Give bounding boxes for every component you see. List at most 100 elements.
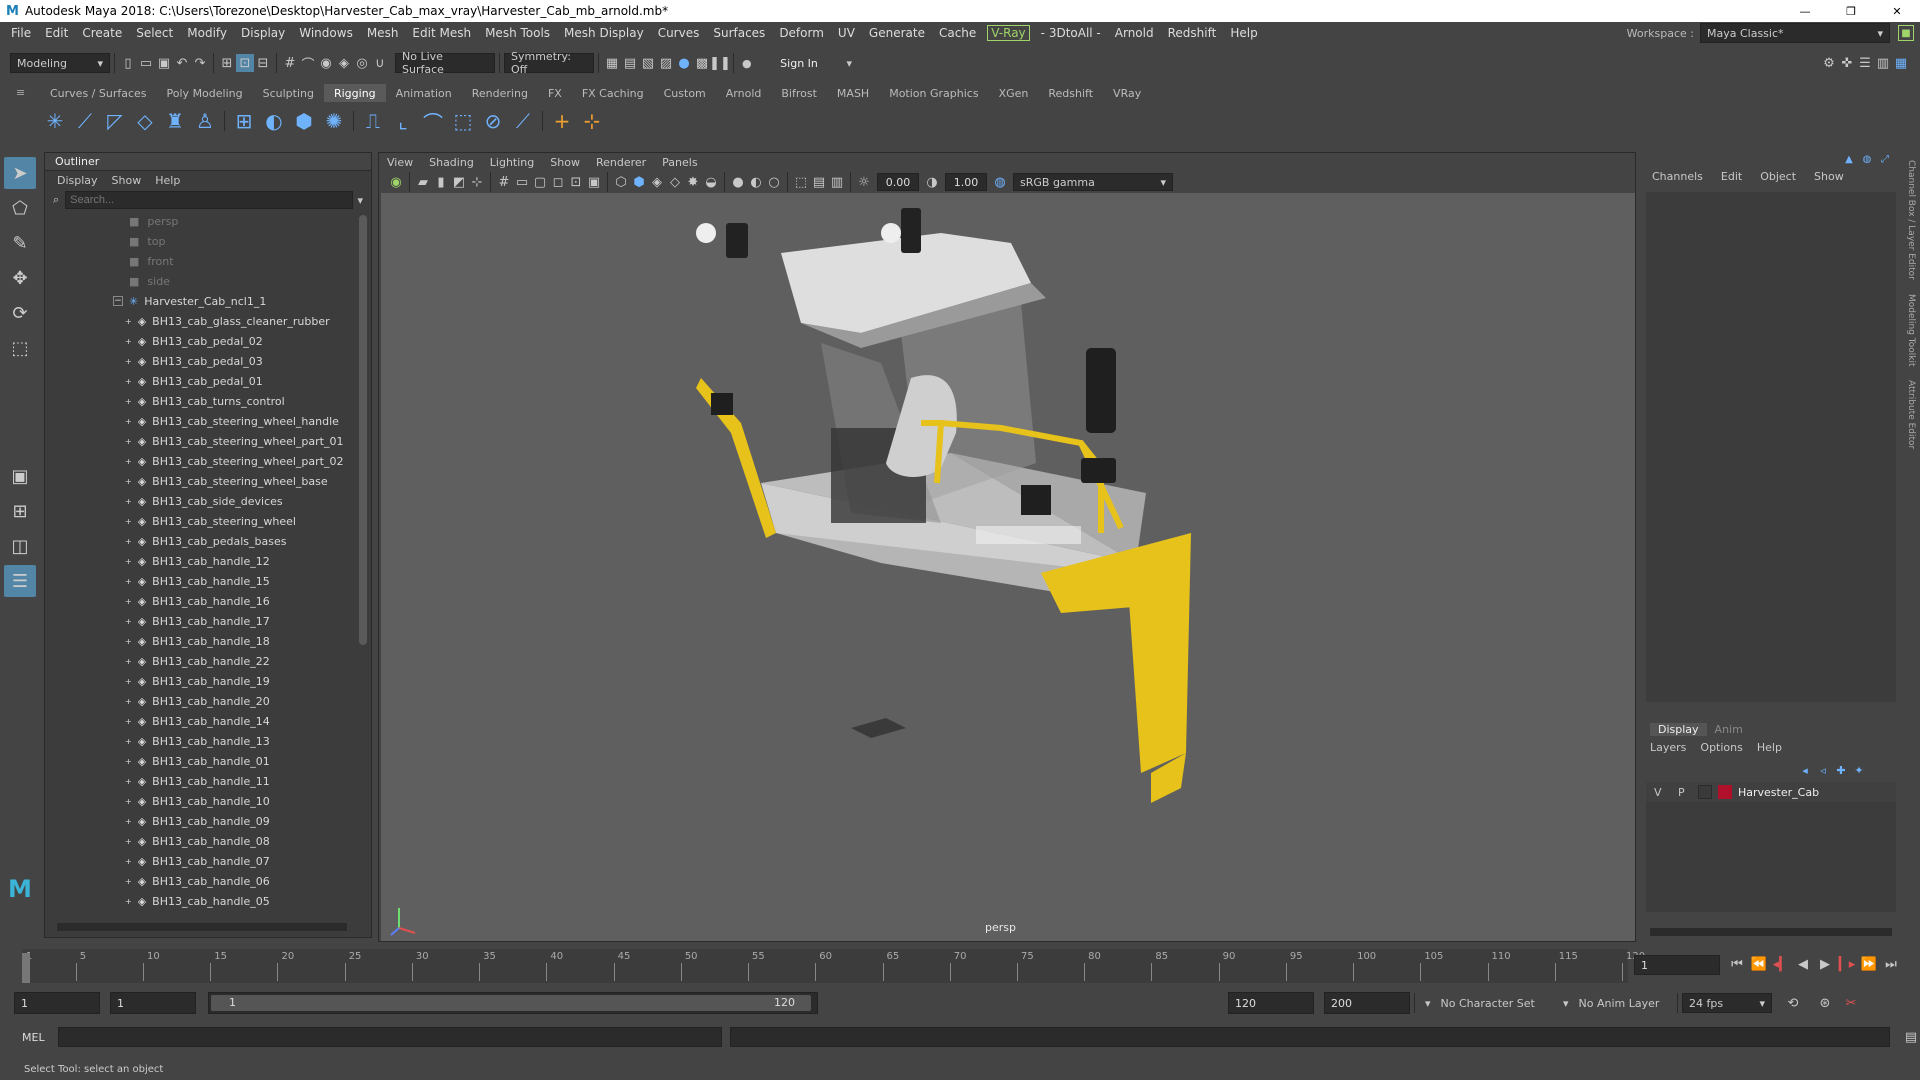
current-frame-field[interactable]: 1 [1634,955,1720,975]
render-sequence-icon[interactable]: ▤ [621,54,639,72]
paint-select-icon[interactable]: ✎ [4,227,36,259]
menu-create[interactable]: Create [75,26,129,40]
expand-icon[interactable]: + [125,617,132,626]
menu-edit-mesh[interactable]: Edit Mesh [405,26,478,40]
insert-joint-icon[interactable]: ⟋ [70,106,100,136]
menu-generate[interactable]: Generate [862,26,932,40]
expand-icon[interactable]: + [125,397,132,406]
snap-curve-icon[interactable]: ⌒ [299,54,317,73]
expand-icon[interactable]: + [125,517,132,526]
viewport-menu-renderer[interactable]: Renderer [596,156,646,169]
lock-icon[interactable]: ■ [1898,25,1914,41]
ambient-occlusion-icon[interactable]: ● [729,173,747,191]
shelf-tab-fx-caching[interactable]: FX Caching [572,84,654,102]
orient-constraint-icon[interactable]: ⬚ [448,106,478,136]
cluster-icon[interactable]: ✺ [319,106,349,136]
sign-in-button[interactable]: ● Sign In ▾ [742,57,852,70]
auto-key-icon[interactable]: ⊛ [1816,994,1834,1012]
shelf-tab-arnold[interactable]: Arnold [716,84,772,102]
current-frame-marker[interactable] [22,953,30,983]
outliner-item[interactable]: + ◈ BH13_cab_handle_09 [85,811,371,831]
menu-select[interactable]: Select [129,26,180,40]
menu-display[interactable]: Display [234,26,292,40]
use-all-lights-icon[interactable]: ✸ [684,173,702,191]
tool-settings-icon[interactable]: ▥ [1874,54,1892,72]
new-layer-icon[interactable]: ✚ [1832,761,1850,779]
exposure-field[interactable]: 0.00 [877,173,919,191]
menu-windows[interactable]: Windows [292,26,360,40]
outliner-item[interactable]: + ◈ BH13_cab_handle_14 [85,711,371,731]
search-input[interactable] [65,191,354,209]
bookmark-icon[interactable]: ▮ [432,173,450,191]
outliner-item[interactable]: + ◈ BH13_cab_handle_12 [85,551,371,571]
expand-icon[interactable]: + [125,637,132,646]
select-component-icon[interactable]: ⊟ [254,54,272,72]
layer-tab-display[interactable]: Display [1650,722,1707,736]
menu-redshift[interactable]: Redshift [1161,26,1224,40]
shelf-tab-curves-surfaces[interactable]: Curves / Surfaces [40,84,157,102]
pause-icon[interactable]: ❚❚ [709,54,731,72]
start-frame-field[interactable]: 1 [14,992,100,1014]
select-tool-icon[interactable]: ➤ [4,157,36,189]
attribute-editor-icon[interactable]: ☰ [1856,54,1874,72]
anti-aliasing-icon[interactable]: ○ [765,173,783,191]
outliner-menu-show[interactable]: Show [112,174,142,187]
hypershade-icon[interactable]: ● [675,54,693,72]
expand-icon[interactable]: + [125,877,132,886]
rotate-tool-icon[interactable]: ⟳ [4,297,36,329]
menu-modify[interactable]: Modify [180,26,234,40]
layer-color-swatch[interactable] [1718,785,1732,799]
viewport-menu-view[interactable]: View [387,156,413,169]
outliner-item[interactable]: + ◈ BH13_cab_side_devices [85,491,371,511]
outliner-item[interactable]: + ◈ BH13_cab_handle_13 [85,731,371,751]
bind-skin-icon[interactable]: ⊞ [229,106,259,136]
move-layer-up-icon[interactable]: ◂ [1796,761,1814,779]
outliner-item[interactable]: + ◈ BH13_cab_glass_cleaner_rubber [85,311,371,331]
two-d-pan-icon[interactable]: ⊹ [468,173,486,191]
workspace-dropdown[interactable]: Maya Classic* ▾ [1700,23,1890,43]
outliner-item[interactable]: + ◈ BH13_cab_handle_16 [85,591,371,611]
pole-vector-icon[interactable]: ⟋ [508,106,538,136]
3d-viewport[interactable]: persp [381,193,1635,941]
outliner-item[interactable]: + ◈ BH13_cab_handle_01 [85,751,371,771]
expand-icon[interactable]: + [125,857,132,866]
mode-dropdown[interactable]: Modeling ▾ [10,53,110,73]
outliner-item[interactable]: + ◈ BH13_cab_steering_wheel_part_02 [85,451,371,471]
snap-grid-icon[interactable]: # [281,54,299,72]
live-surface-dropdown[interactable]: No Live Surface [395,50,495,76]
outliner-item[interactable]: + ◈ BH13_cab_handle_07 [85,851,371,871]
menu-3dtoall[interactable]: - 3DtoAll - [1034,26,1108,40]
save-scene-icon[interactable]: ▣ [155,54,173,72]
menu-help[interactable]: Help [1223,26,1264,40]
viewport-menu-lighting[interactable]: Lighting [490,156,534,169]
symmetry-dropdown[interactable]: Symmetry: Off [504,50,594,76]
fps-dropdown[interactable]: 24 fps ▾ [1682,993,1772,1013]
outliner-item[interactable]: + ◈ BH13_cab_turns_control [85,391,371,411]
restore-button[interactable]: ❐ [1828,5,1874,18]
lasso-tool-icon[interactable]: ⬠ [4,192,36,224]
expand-icon[interactable]: + [125,657,132,666]
expand-icon[interactable]: + [125,697,132,706]
menu-surfaces[interactable]: Surfaces [706,26,772,40]
shelf-handle[interactable]: ≡ [16,86,28,134]
expand-icon[interactable]: + [125,437,132,446]
play-forward-icon[interactable]: ▶ [1814,955,1836,973]
shadows-icon[interactable]: ◒ [702,173,720,191]
menu-cache[interactable]: Cache [932,26,983,40]
camera-attributes-icon[interactable]: ▰ [414,173,432,191]
menu-arnold[interactable]: Arnold [1108,26,1161,40]
outliner-scrollbar[interactable] [359,215,367,645]
collapse-icon[interactable]: − [113,296,123,306]
gate-mask-icon[interactable]: ◻ [549,173,567,191]
side-tab-channel-box-layer-editor[interactable]: Channel Box / Layer Editor [1906,160,1916,280]
outliner-item[interactable]: + ◈ BH13_cab_pedals_bases [85,531,371,551]
shelf-tab-motion-graphics[interactable]: Motion Graphics [879,84,988,102]
film-gate-icon[interactable]: ▭ [513,173,531,191]
shelf-tab-rigging[interactable]: Rigging [323,84,386,102]
outliner-item[interactable]: + ◈ BH13_cab_steering_wheel_handle [85,411,371,431]
two-view-icon[interactable]: ◫ [4,530,36,562]
outliner-group[interactable]: − ✳ Harvester_Cab_ncl1_1 [85,291,371,311]
scale-tool-icon[interactable]: ⬚ [4,332,36,364]
outliner-item[interactable]: + ◈ BH13_cab_pedal_01 [85,371,371,391]
outliner-item[interactable]: + ◈ BH13_cab_pedal_02 [85,331,371,351]
